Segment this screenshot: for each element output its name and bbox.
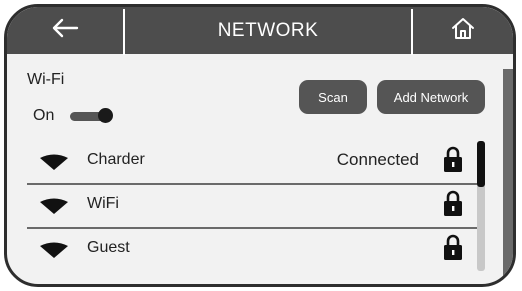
connection-status: Connected [336,150,419,169]
network-row-guest[interactable]: Guest [27,229,475,269]
scrollbar-thumb[interactable] [477,141,485,187]
lock-icon [443,145,463,178]
lock-icon [443,189,463,222]
wifi-label: Wi-Fi [27,71,65,88]
scan-button[interactable]: Scan [299,80,367,114]
add-network-button[interactable]: Add Network [377,80,485,114]
network-ssid: Guest [87,239,130,256]
header-bar: NETWORK [7,7,513,55]
network-ssid: Charder [87,151,145,168]
device-screen: NETWORK Wi-Fi On Scan Add Network Charde… [4,4,516,287]
home-button[interactable] [413,7,513,54]
toggle-knob [98,108,113,123]
wifi-signal-icon [39,242,69,263]
page-title: NETWORK [217,19,319,41]
lock-icon [443,233,463,266]
network-ssid: WiFi [87,195,119,212]
wifi-signal-icon [39,154,69,175]
arrow-left-icon [51,18,79,43]
network-row-wifi[interactable]: WiFi [27,185,475,225]
network-row-charder[interactable]: Charder Connected [27,141,475,181]
wifi-toggle[interactable] [70,108,113,124]
wifi-signal-icon [39,198,69,219]
home-icon [450,16,476,45]
wifi-toggle-label: On [33,107,55,124]
edge-bar [503,69,513,279]
back-button[interactable] [7,7,123,54]
